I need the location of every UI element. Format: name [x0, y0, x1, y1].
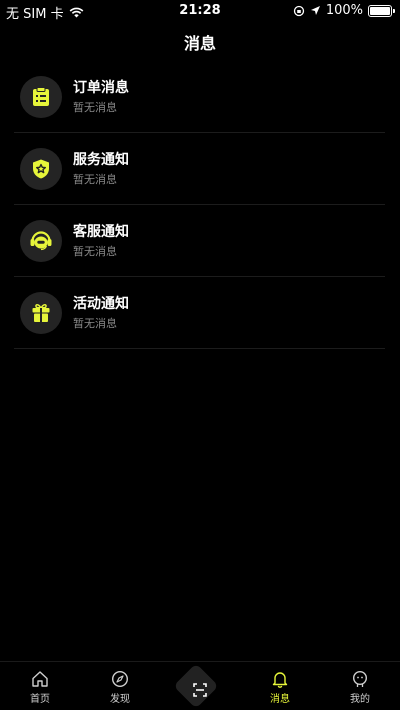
gift-icon	[32, 304, 50, 322]
message-icon-wrapper	[20, 76, 62, 118]
message-subtitle: 暂无消息	[73, 317, 117, 330]
tab-messages[interactable]: 消息	[240, 662, 320, 710]
message-subtitle: 暂无消息	[73, 101, 117, 114]
message-subtitle: 暂无消息	[73, 173, 117, 186]
bell-icon	[272, 672, 288, 688]
message-title: 客服通知	[73, 224, 129, 240]
tab-home[interactable]: 首页	[0, 662, 80, 710]
tab-label: 发现	[110, 694, 130, 705]
headset-icon	[30, 231, 52, 251]
message-title: 活动通知	[73, 296, 129, 312]
scan-icon	[193, 683, 207, 697]
page-title: 消息	[183, 34, 216, 53]
discover-icon	[111, 670, 129, 688]
message-item-service[interactable]: 服务通知 暂无消息	[14, 134, 385, 205]
battery-percent: 100%	[325, 3, 363, 18]
orientation-lock-icon	[293, 5, 304, 16]
message-list: 订单消息 暂无消息 服务通知 暂无消息 客服通知 暂无消息 活动通知 暂无消息	[14, 62, 385, 349]
status-bar: 无 SIM 卡 21:28 100%	[0, 0, 400, 22]
tab-label: 我的	[350, 694, 370, 705]
message-title: 订单消息	[73, 80, 129, 96]
location-icon	[310, 6, 320, 15]
profile-icon	[352, 670, 368, 687]
tab-label: 首页	[30, 694, 50, 705]
shield-star-icon	[33, 159, 49, 179]
clipboard-icon	[33, 87, 49, 106]
bottom-tab-bar: 首页 发现 消息 我的	[0, 661, 400, 710]
tab-label: 消息	[270, 694, 290, 705]
message-item-customer-service[interactable]: 客服通知 暂无消息	[14, 206, 385, 277]
message-icon-wrapper	[20, 220, 62, 262]
message-item-order[interactable]: 订单消息 暂无消息	[14, 62, 385, 133]
tab-profile[interactable]: 我的	[320, 662, 400, 710]
battery-icon	[368, 4, 395, 17]
message-subtitle: 暂无消息	[73, 245, 117, 258]
message-icon-wrapper	[20, 292, 62, 334]
message-title: 服务通知	[73, 152, 129, 168]
status-right: 100%	[293, 3, 395, 18]
message-icon-wrapper	[20, 148, 62, 190]
message-item-activity[interactable]: 活动通知 暂无消息	[14, 278, 385, 349]
tab-discover[interactable]: 发现	[80, 662, 160, 710]
home-icon	[32, 671, 48, 687]
